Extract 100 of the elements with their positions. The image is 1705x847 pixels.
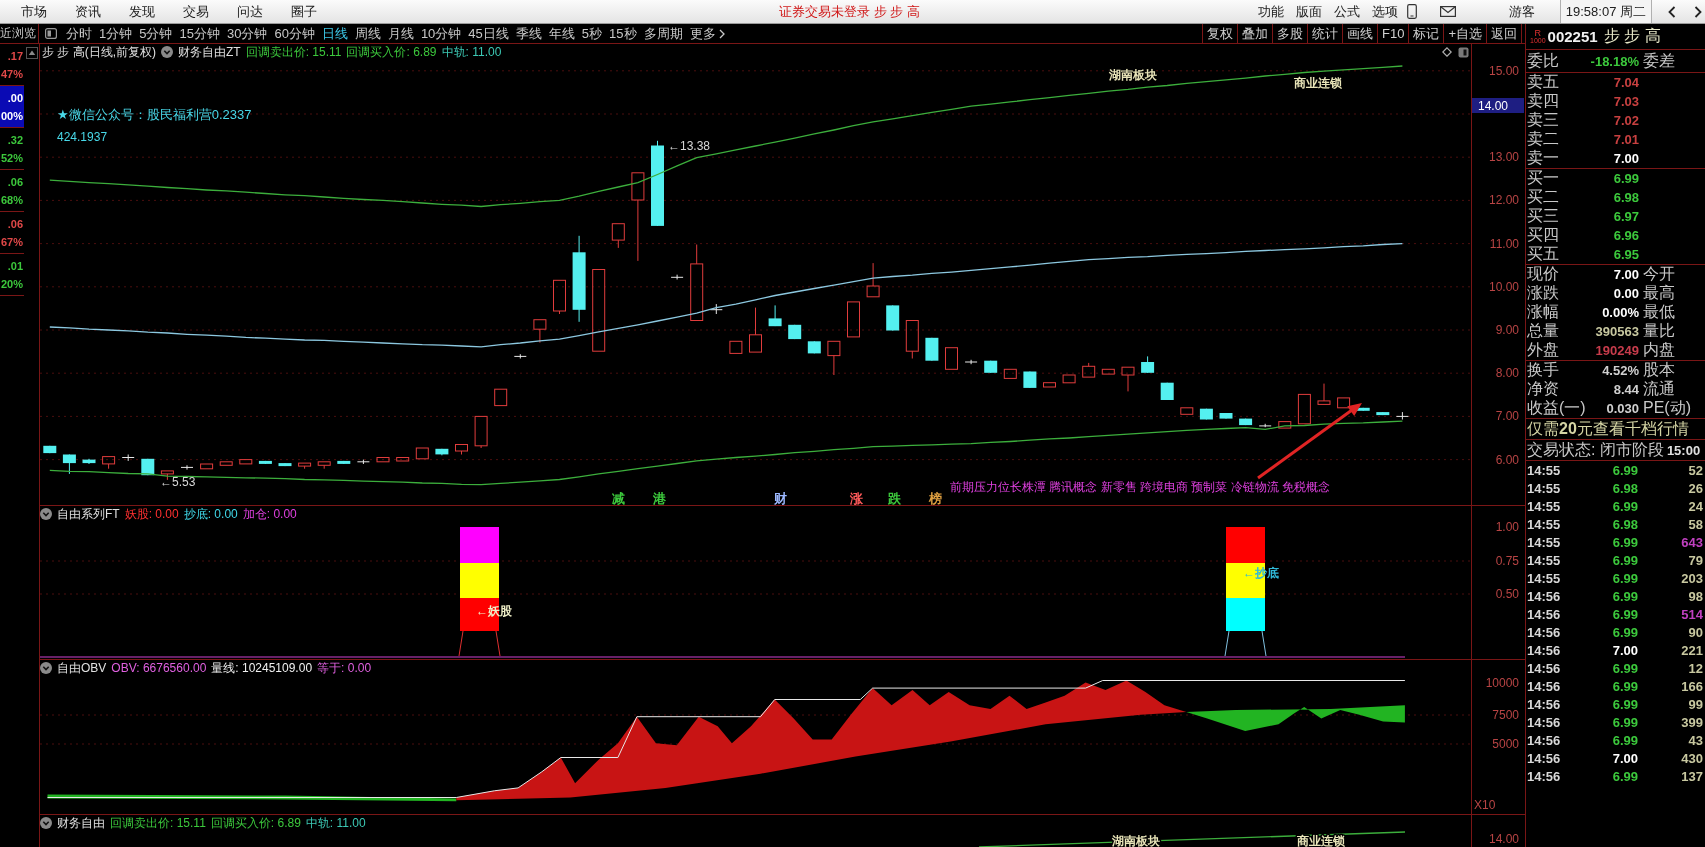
chevron-left-icon[interactable]	[1668, 5, 1676, 18]
toolbar-button[interactable]: 统计	[1307, 24, 1342, 43]
chevron-right-icon[interactable]	[1694, 5, 1702, 18]
period-tab[interactable]: 60分钟	[274, 24, 315, 43]
watchlist-item[interactable]: .00 00%	[0, 86, 24, 128]
chart-label: 商业连锁	[1297, 834, 1345, 847]
toolbar-button[interactable]: 标记	[1408, 24, 1444, 43]
menu-item[interactable]: 圈子	[291, 2, 317, 21]
tick-time: 14:55	[1527, 570, 1562, 586]
period-tab[interactable]: 分时	[66, 24, 92, 43]
menu-item[interactable]: 资讯	[75, 2, 101, 21]
chevron-circle-icon[interactable]	[40, 817, 52, 829]
change-text: 20%	[0, 276, 23, 292]
menu-item[interactable]: 发现	[129, 2, 155, 21]
tick-price: 6.99	[1611, 552, 1638, 568]
panel-toggle-icon[interactable]	[45, 28, 57, 39]
toolbar-button[interactable]: 多股	[1272, 24, 1307, 43]
status-time: 15:00	[1666, 442, 1701, 458]
quote-value: 7.04	[1612, 75, 1639, 90]
period-tab[interactable]: 1分钟	[99, 24, 133, 43]
toolbar-button[interactable]: +自选	[1443, 24, 1486, 43]
indicator-value: 抄底: 0.00	[183, 505, 238, 523]
menu-item[interactable]: 交易	[183, 2, 209, 21]
more-button[interactable]: 更多	[689, 24, 725, 43]
tick-price: 6.99	[1611, 678, 1638, 694]
chevron-circle-icon[interactable]	[161, 46, 173, 58]
tick-price: 7.00	[1611, 750, 1638, 766]
chart-label: ★微信公众号：股民福利营0.2337	[57, 107, 252, 122]
chart-label: ←5.53	[160, 475, 196, 489]
toolbar-button[interactable]: F10	[1377, 24, 1409, 43]
triangle-up-icon[interactable]	[26, 47, 38, 59]
menu-item[interactable]: 市场	[21, 2, 47, 21]
login-notice: 证券交易未登录 步 步 高	[779, 2, 920, 21]
toolbar-button[interactable]: 画线	[1342, 24, 1377, 43]
period-tab[interactable]: 年线	[548, 24, 575, 43]
period-tab[interactable]: 15分钟	[179, 24, 220, 43]
tick-volume: 24	[1687, 498, 1703, 514]
period-tab[interactable]: 5分钟	[139, 24, 173, 43]
tick-time: 14:56	[1527, 606, 1562, 622]
menu-item[interactable]: 功能	[1257, 2, 1284, 21]
change-text: 47%	[0, 66, 23, 82]
chevron-circle-icon[interactable]	[40, 662, 52, 674]
period-tab[interactable]: 15秒	[609, 24, 637, 43]
menu-item[interactable]: 版面	[1295, 2, 1322, 21]
period-tab[interactable]: 季线	[515, 24, 542, 43]
price-text: .32	[7, 132, 23, 148]
tick-volume: 12	[1687, 660, 1703, 676]
tick-time: 14:55	[1527, 480, 1562, 496]
watchlist-item[interactable]: .06 68%	[0, 170, 24, 212]
toolbar-button[interactable]: 叠加	[1237, 24, 1272, 43]
phone-icon[interactable]	[1406, 4, 1417, 19]
tick-time: 14:56	[1527, 768, 1562, 784]
user-label[interactable]: 游客	[1508, 2, 1535, 21]
trade-status: 交易状态: 闭市阶段	[1527, 439, 1664, 460]
axis-label: 10000	[1485, 676, 1519, 690]
toolbar-button[interactable]: 返回	[1486, 24, 1521, 43]
quote-value: 0.030	[1605, 401, 1639, 416]
quote-value: 190249	[1594, 343, 1639, 358]
period-tab[interactable]: 多周期	[643, 24, 683, 43]
quote-label: 涨跌	[1527, 283, 1559, 303]
quote-value: 4.52%	[1601, 363, 1639, 378]
tick-time: 14:56	[1527, 750, 1562, 766]
quote-label: 最高	[1643, 283, 1676, 303]
tick-volume: 514	[1680, 606, 1703, 622]
envelope-icon[interactable]	[1439, 6, 1456, 17]
quote-label: 卖一	[1527, 148, 1559, 168]
period-tab[interactable]: 周线	[354, 24, 381, 43]
price-text: .17	[7, 48, 23, 64]
indicator-value: 等于: 0.00	[317, 659, 372, 677]
period-tab[interactable]: 10分钟	[420, 24, 462, 43]
tick-volume: 58	[1687, 516, 1703, 532]
menu-item[interactable]: 公式	[1333, 2, 1360, 21]
tick-volume: 98	[1687, 588, 1703, 604]
toolbar-button[interactable]: 复权	[1202, 24, 1237, 43]
chevron-right-icon	[718, 28, 725, 39]
indicator-name: 自由系列FT	[57, 505, 120, 523]
period-tab[interactable]: 月线	[387, 24, 414, 43]
menu-item[interactable]: 问达	[237, 2, 263, 21]
watchlist-item[interactable]: .01 20%	[0, 254, 24, 296]
indicator-value: 回调买入价: 6.89	[346, 43, 437, 61]
recent-tab[interactable]: 近浏览	[0, 24, 39, 43]
quote-label: 现价	[1527, 264, 1559, 284]
menu-item[interactable]: 选项	[1371, 2, 1398, 21]
period-tab[interactable]: 5秒	[581, 24, 603, 43]
period-tab[interactable]: 45日线	[468, 24, 509, 43]
quote-label: 买一	[1527, 168, 1559, 188]
square-icon[interactable]	[1458, 46, 1469, 58]
tick-time: 14:56	[1527, 732, 1562, 748]
diamond-icon[interactable]	[1442, 47, 1452, 57]
chevron-circle-icon[interactable]	[40, 508, 52, 520]
period-tab[interactable]: 30分钟	[226, 24, 268, 43]
watchlist-item[interactable]: .32 52%	[0, 128, 24, 170]
indicator-value: 回调卖出价: 15.11	[245, 43, 342, 61]
promo-text[interactable]: 仅需20元查看千档行情	[1527, 418, 1689, 440]
quote-label: 最低	[1643, 302, 1676, 322]
axis-label: 15.00	[1488, 63, 1519, 78]
period-tab[interactable]: 日线	[321, 24, 348, 43]
change-text: 00%	[0, 108, 23, 124]
indicator-value: 回调卖出价: 15.11	[110, 814, 206, 832]
watchlist-item[interactable]: .06 67%	[0, 212, 24, 254]
